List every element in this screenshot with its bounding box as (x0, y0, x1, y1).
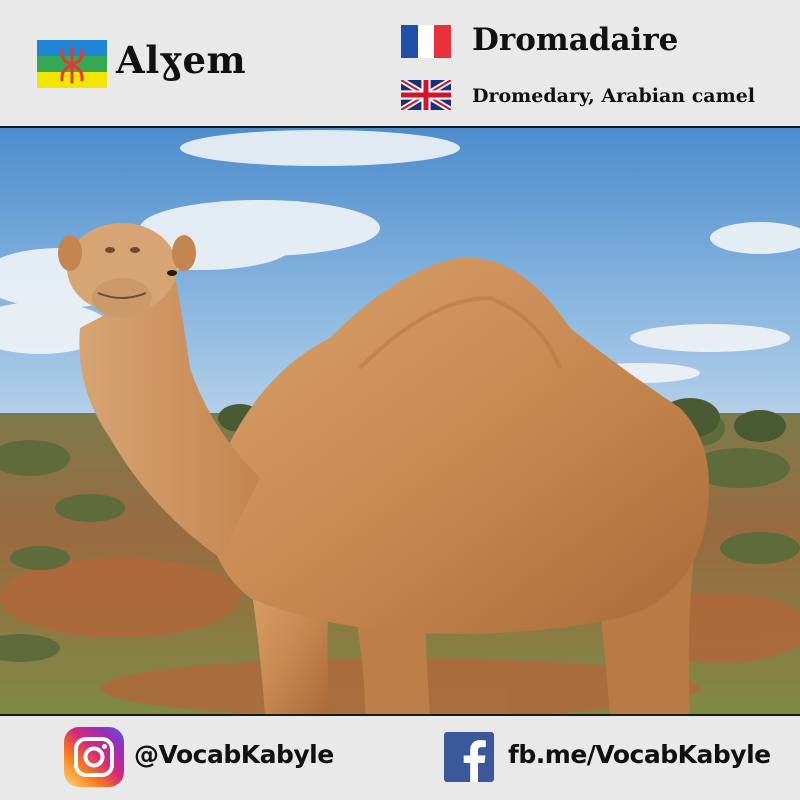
english-word: Dromedary, Arabian camel (472, 85, 756, 107)
france-flag-icon (401, 25, 451, 58)
kabyle-word: Alɣem (116, 38, 247, 82)
camel-photo (0, 128, 800, 716)
vocab-card: Alɣem Dromadaire Dromedary, Arabian came… (0, 0, 800, 800)
instagram-icon[interactable] (64, 727, 124, 787)
amazigh-flag-icon (37, 40, 107, 88)
french-word: Dromadaire (472, 22, 679, 58)
camel-illustration (0, 128, 800, 714)
facebook-link[interactable]: fb.me/VocabKabyle (508, 740, 771, 769)
facebook-icon[interactable] (444, 732, 494, 782)
instagram-handle[interactable]: @VocabKabyle (134, 740, 334, 769)
uk-flag-icon (401, 80, 451, 110)
